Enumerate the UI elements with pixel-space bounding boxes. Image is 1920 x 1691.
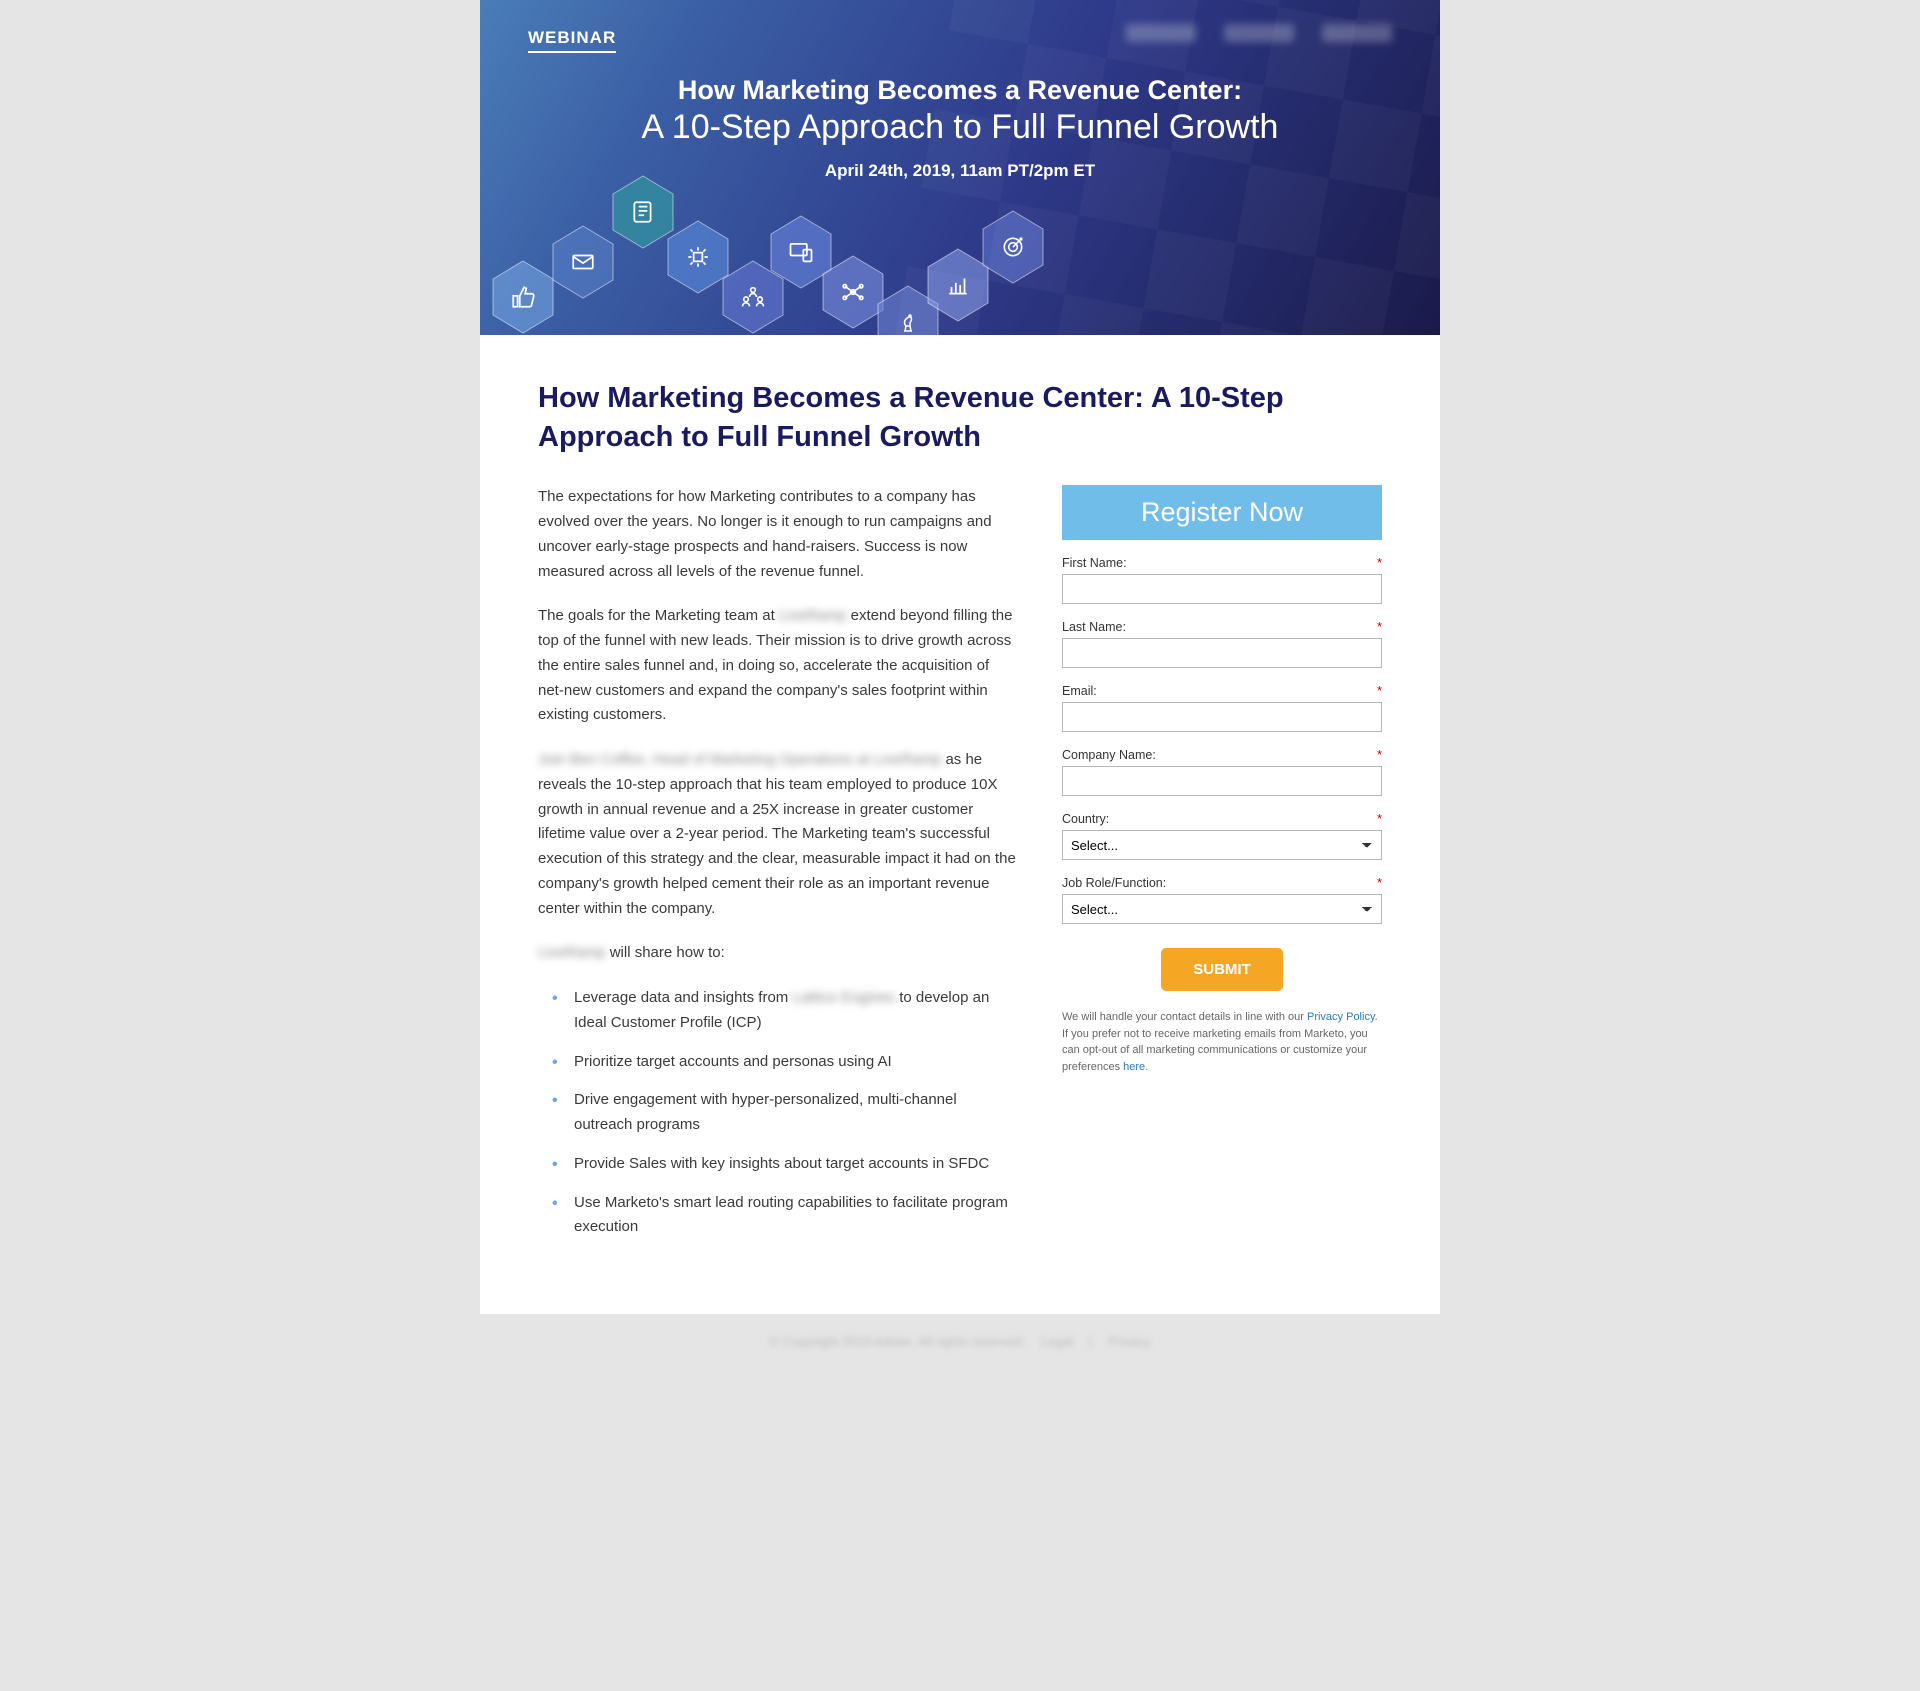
country-label: Country:*	[1062, 812, 1382, 826]
privacy-policy-link[interactable]: Privacy Policy	[1307, 1011, 1375, 1023]
first-name-input[interactable]	[1062, 574, 1382, 604]
last-name-label: Last Name:*	[1062, 620, 1382, 634]
hexagon-icon-row	[480, 195, 1440, 335]
hero-partner-logos	[1126, 24, 1392, 42]
hero-title-line-1: How Marketing Becomes a Revenue Center:	[528, 75, 1392, 106]
article-body: The expectations for how Marketing contr…	[538, 485, 1018, 1254]
paragraph-1: The expectations for how Marketing contr…	[538, 485, 1018, 584]
devices-icon	[768, 214, 834, 290]
webinar-tag: WEBINAR	[528, 28, 616, 53]
footer-legal-link: Legal	[1041, 1334, 1073, 1349]
redacted-vendor: Lattice Engines	[792, 989, 895, 1006]
list-item: Leverage data and insights from Lattice …	[552, 986, 1018, 1036]
job-role-select[interactable]: Select...	[1062, 894, 1382, 924]
paragraph-4: LiveRamp will share how to:	[538, 941, 1018, 966]
registration-form: Register Now First Name:* Last Name:* Em…	[1062, 485, 1382, 1254]
people-icon	[720, 259, 786, 335]
thumbs-up-icon	[490, 259, 556, 335]
privacy-disclaimer: We will handle your contact details in l…	[1062, 1009, 1382, 1075]
expand-icon	[665, 219, 731, 295]
country-select[interactable]: Select...	[1062, 830, 1382, 860]
paragraph-3: Join Ben Coffee, Head of Marketing Opera…	[538, 748, 1018, 921]
benefits-list: Leverage data and insights from Lattice …	[538, 986, 1018, 1240]
network-icon	[820, 254, 886, 330]
chess-icon	[875, 284, 941, 335]
footer-copyright: © Copyright 2019 Adobe. All rights reser…	[770, 1334, 1026, 1349]
bar-chart-icon	[925, 247, 991, 323]
register-now-header: Register Now	[1062, 485, 1382, 540]
book-icon	[610, 174, 676, 250]
content-area: How Marketing Becomes a Revenue Center: …	[480, 335, 1440, 1314]
first-name-label: First Name:*	[1062, 556, 1382, 570]
company-label: Company Name:*	[1062, 748, 1382, 762]
redacted-company-1: LiveRamp	[779, 607, 847, 624]
hero-date: April 24th, 2019, 11am PT/2pm ET	[528, 161, 1392, 181]
hero-title-line-2: A 10-Step Approach to Full Funnel Growth	[528, 108, 1392, 147]
job-role-label: Job Role/Function:*	[1062, 876, 1382, 890]
list-item: Provide Sales with key insights about ta…	[552, 1152, 1018, 1177]
preferences-link[interactable]: here	[1123, 1061, 1145, 1073]
partner-logo-2	[1224, 24, 1294, 42]
footer-privacy-link: Privacy	[1108, 1334, 1151, 1349]
email-label: Email:*	[1062, 684, 1382, 698]
company-input[interactable]	[1062, 766, 1382, 796]
last-name-input[interactable]	[1062, 638, 1382, 668]
redacted-speaker: Join Ben Coffee, Head of Marketing Opera…	[538, 751, 941, 768]
list-item: Drive engagement with hyper-personalized…	[552, 1088, 1018, 1138]
envelope-icon	[550, 224, 616, 300]
hero-banner: WEBINAR How Marketing Becomes a Revenue …	[480, 0, 1440, 335]
paragraph-2: The goals for the Marketing team at Live…	[538, 604, 1018, 728]
partner-logo-1	[1126, 24, 1196, 42]
page-heading: How Marketing Becomes a Revenue Center: …	[538, 379, 1382, 457]
submit-button[interactable]: SUBMIT	[1161, 948, 1283, 991]
page-footer: © Copyright 2019 Adobe. All rights reser…	[480, 1314, 1440, 1379]
landing-card: WEBINAR How Marketing Becomes a Revenue …	[480, 0, 1440, 1314]
redacted-company-2: LiveRamp	[538, 944, 606, 961]
list-item: Use Marketo's smart lead routing capabil…	[552, 1191, 1018, 1241]
email-input[interactable]	[1062, 702, 1382, 732]
list-item: Prioritize target accounts and personas …	[552, 1050, 1018, 1075]
target-icon	[980, 209, 1046, 285]
partner-logo-3	[1322, 24, 1392, 42]
